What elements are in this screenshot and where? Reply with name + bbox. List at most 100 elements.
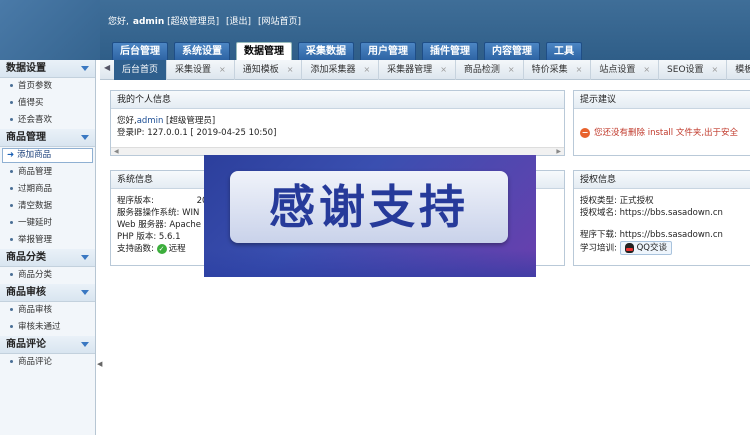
sidebar-item-review-rejected[interactable]: 审核未通过 bbox=[0, 319, 95, 336]
nav-tools[interactable]: 工具 bbox=[546, 42, 582, 60]
nav-data-management[interactable]: 数据管理 bbox=[236, 42, 292, 60]
tab-collect-settings[interactable]: 采集设置 × bbox=[167, 60, 235, 80]
sidebar-item-label: 审核未通过 bbox=[18, 322, 61, 332]
panel-title: 授权信息 bbox=[574, 171, 750, 189]
tab-label: 站点设置 bbox=[599, 65, 636, 75]
sidebar-item-product-category[interactable]: 商品分类 bbox=[0, 267, 95, 284]
bullet-icon bbox=[10, 101, 13, 104]
bullet-icon bbox=[10, 221, 13, 224]
tab-template-management[interactable]: 模板管理 bbox=[727, 60, 750, 80]
label: 服务器操作系统: bbox=[117, 208, 180, 218]
bullet-icon bbox=[10, 187, 13, 190]
tab-label: 商品检测 bbox=[463, 65, 500, 75]
bullet-icon bbox=[10, 308, 13, 311]
sidebar-item-one-click-delay[interactable]: 一键延时 bbox=[0, 215, 95, 232]
tab-prev-icon[interactable]: ◀ bbox=[104, 63, 110, 72]
sidebar-item-label: 商品评论 bbox=[18, 357, 53, 367]
close-icon[interactable]: × bbox=[440, 60, 447, 80]
tab-label: 采集设置 bbox=[175, 65, 212, 75]
close-icon[interactable]: × bbox=[363, 60, 370, 80]
value: 5.6.1 bbox=[158, 232, 181, 242]
sidebar-group-product-review[interactable]: 商品审核 bbox=[0, 284, 95, 302]
tab-label: 模板管理 bbox=[735, 65, 750, 75]
tab-product-check[interactable]: 商品检测 × bbox=[456, 60, 524, 80]
license-type: 授权类型: 正式授权 bbox=[580, 196, 654, 206]
logout-link[interactable]: [退出] bbox=[226, 17, 251, 27]
program-download: 程序下载: https://bbs.sasadown.cn bbox=[580, 230, 723, 240]
arrow-right-icon: ➜ bbox=[7, 150, 15, 160]
sidebar-item-clear-data[interactable]: 清空数据 bbox=[0, 198, 95, 215]
sidebar-item-report-management[interactable]: 举报管理 bbox=[0, 232, 95, 249]
sidebar-group-data-settings[interactable]: 数据设置 bbox=[0, 60, 95, 78]
sidebar-group-product-comments[interactable]: 商品评论 bbox=[0, 336, 95, 354]
nav-system-settings[interactable]: 系统设置 bbox=[174, 42, 230, 60]
horizontal-scrollbar[interactable]: ◀ ▶ bbox=[111, 147, 564, 155]
sidebar-item-also-like[interactable]: 还会喜欢 bbox=[0, 112, 95, 129]
nav-plugin-management[interactable]: 插件管理 bbox=[422, 42, 478, 60]
sidebar-collapse-icon[interactable]: ◀ bbox=[97, 360, 102, 368]
value: Apache bbox=[169, 220, 202, 230]
sidebar-group-product-category[interactable]: 商品分类 bbox=[0, 249, 95, 267]
banner-plate: 感谢支持 bbox=[230, 171, 508, 243]
chevron-down-icon[interactable] bbox=[81, 255, 89, 260]
label: 程序版本: bbox=[117, 196, 154, 206]
qq-chat-button[interactable]: QQ交谈 bbox=[619, 241, 672, 255]
tab-add-collector[interactable]: 添加采集器 × bbox=[302, 60, 380, 80]
qq-chat-label: QQ交谈 bbox=[636, 243, 667, 253]
tab-special-collect[interactable]: 特价采集 × bbox=[524, 60, 592, 80]
tab-label: 添加采集器 bbox=[310, 65, 356, 75]
user-role: [超级管理员] bbox=[167, 17, 220, 27]
nav-content-management[interactable]: 内容管理 bbox=[484, 42, 540, 60]
license-domain: 授权域名: https://bbs.sasadown.cn bbox=[580, 208, 723, 218]
tab-home[interactable]: 后台首页 bbox=[114, 60, 168, 80]
site-home-link[interactable]: [网站首页] bbox=[258, 17, 301, 27]
nav-user-management[interactable]: 用户管理 bbox=[360, 42, 416, 60]
sidebar-item-expired-products[interactable]: 过期商品 bbox=[0, 181, 95, 198]
tab-collector-management[interactable]: 采集器管理 × bbox=[379, 60, 456, 80]
sidebar-item-product-management[interactable]: 商品管理 bbox=[0, 164, 95, 181]
bullet-icon bbox=[10, 170, 13, 173]
panel-body: 您好,admin [超级管理员] 登录IP: 127.0.0.1 [ 2019-… bbox=[111, 109, 564, 145]
scroll-left-icon[interactable]: ◀ bbox=[114, 148, 119, 155]
close-icon[interactable]: × bbox=[508, 60, 515, 80]
sidebar-item-label: 商品管理 bbox=[18, 167, 53, 177]
nav-collect-data[interactable]: 采集数据 bbox=[298, 42, 354, 60]
training-line: 学习培训: QQ交谈 bbox=[580, 241, 746, 255]
tab-site-settings[interactable]: 站点设置 × bbox=[591, 60, 660, 80]
sidebar-item-product-comments[interactable]: 商品评论 bbox=[0, 354, 95, 371]
warning-text: 您还没有删除 install 文件夹,出于安全 bbox=[594, 128, 739, 138]
tab-label: 特价采集 bbox=[531, 65, 568, 75]
sidebar-item-home-params[interactable]: 首页参数 bbox=[0, 78, 95, 95]
sidebar-item-label: 清空数据 bbox=[18, 201, 53, 211]
minus-circle-icon: − bbox=[580, 128, 590, 138]
tab-seo-settings[interactable]: SEO设置 × bbox=[659, 60, 728, 80]
chevron-down-icon[interactable] bbox=[81, 135, 89, 140]
close-icon[interactable]: × bbox=[219, 60, 226, 80]
close-icon[interactable]: × bbox=[576, 60, 583, 80]
tab-label: 通知模板 bbox=[242, 65, 279, 75]
user-info: 您好, admin [超级管理员] [退出] [网站首页] bbox=[108, 14, 305, 27]
tab-label: 采集器管理 bbox=[387, 65, 433, 75]
tab-label: 后台首页 bbox=[122, 65, 159, 75]
check-circle-icon: ✓ bbox=[156, 243, 167, 254]
tab-notify-template[interactable]: 通知模板 × bbox=[235, 60, 303, 80]
sidebar-item-worth-buying[interactable]: 值得买 bbox=[0, 95, 95, 112]
sidebar-item-add-product[interactable]: ➜ 添加商品 bbox=[2, 148, 93, 163]
sidebar-group-product-management[interactable]: 商品管理 bbox=[0, 129, 95, 147]
sidebar-item-label: 添加商品 bbox=[17, 150, 52, 160]
banner-fade bbox=[204, 249, 536, 277]
close-icon[interactable]: × bbox=[287, 60, 294, 80]
sidebar-item-product-review[interactable]: 商品审核 bbox=[0, 302, 95, 319]
close-icon[interactable]: × bbox=[643, 60, 650, 80]
tab-bar: ◀ 后台首页 采集设置 × 通知模板 × 添加采集器 × 采集器管理 × 商品检测 × 特… bbox=[100, 60, 750, 80]
qq-icon bbox=[624, 243, 634, 253]
close-icon[interactable]: × bbox=[712, 60, 719, 80]
value: WIN bbox=[182, 208, 200, 218]
chevron-down-icon[interactable] bbox=[81, 342, 89, 347]
chevron-down-icon[interactable] bbox=[81, 66, 89, 71]
nav-backend[interactable]: 后台管理 bbox=[112, 42, 168, 60]
scroll-right-icon[interactable]: ▶ bbox=[556, 148, 561, 155]
chevron-down-icon[interactable] bbox=[81, 290, 89, 295]
value: 远程 bbox=[168, 244, 186, 254]
